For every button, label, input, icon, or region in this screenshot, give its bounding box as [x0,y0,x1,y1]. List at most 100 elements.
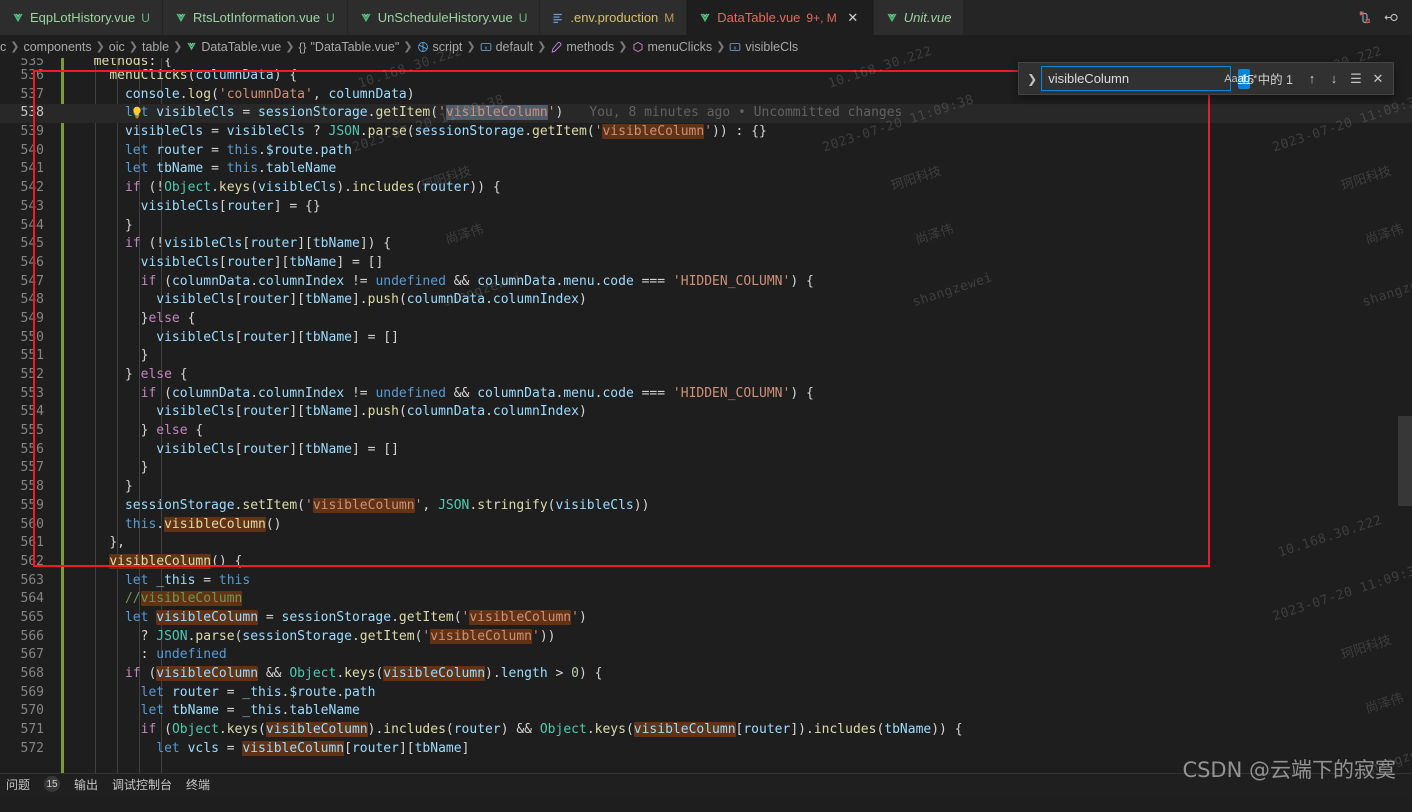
tab-unschedulehistory-vue[interactable]: UnScheduleHistory.vue U [347,0,541,35]
code-line[interactable]: 547 if (columnData.columnIndex != undefi… [0,273,1412,292]
find-input-wrapper[interactable]: Aa ab .* [1041,66,1257,91]
find-in-selection-button[interactable]: ☰ [1346,69,1366,89]
more-actions-icon[interactable] [1383,9,1400,26]
code-lines[interactable]: 535 methods: { 536 menuClicks(columnData… [0,58,1412,774]
code-line[interactable]: 549 }else { [0,310,1412,329]
code-line[interactable]: 557 } [0,459,1412,478]
code-line[interactable]: 554 visibleCls[router][tbName].push(colu… [0,403,1412,422]
breadcrumb-item-default[interactable]: x default [480,40,533,54]
status-item-count[interactable]: 15 [44,776,61,792]
breadcrumb-item-menuclicks[interactable]: menuClicks [632,40,712,54]
code-line[interactable]: 540 let router = this.$route.path [0,142,1412,161]
tab-datatable-vue[interactable]: DataTable.vue 9+, M ✕ [687,0,874,35]
status-item-problems[interactable]: 问题 [6,776,30,793]
code-line[interactable]: 555 } else { [0,422,1412,441]
close-tab-button[interactable]: ✕ [845,10,861,26]
code-line[interactable]: 551 } [0,347,1412,366]
find-widget[interactable]: ❯ Aa ab .* 15 中的 1 ↑ ↓ ☰ ✕ [1018,62,1394,95]
status-item-debug-console[interactable]: 调试控制台 [112,776,172,793]
status-label: 问题 [6,777,31,792]
code-line[interactable]: 559 sessionStorage.setItem('visibleColum… [0,497,1412,516]
tab-rtslotinformation-vue[interactable]: RtsLotInformation.vue U [162,0,348,35]
line-content: visibleCls[router][tbName].push(columnDa… [156,292,587,308]
env-file-icon [552,12,564,24]
status-label: 调试控制台 [112,777,173,792]
previous-match-button[interactable]: ↑ [1302,69,1322,89]
tab-eqplothistory-vue[interactable]: EqpLotHistory.vue U [0,0,163,35]
code-line[interactable]: 541 let tbName = this.tableName [0,160,1412,179]
code-line[interactable]: 563 let _this = this [0,572,1412,591]
line-content: } [124,217,133,233]
code-line[interactable]: 548 visibleCls[router][tbName].push(colu… [0,291,1412,310]
breadcrumb-item-table[interactable]: table [142,40,169,54]
code-line[interactable]: 553 if (columnData.columnIndex != undefi… [0,385,1412,404]
lightbulb-icon[interactable] [52,87,141,119]
tab-unit-vue[interactable]: Unit.vue [873,0,965,35]
code-line[interactable]: 543 visibleCls[router] = {} [0,198,1412,217]
breadcrumb-label: components [23,39,92,54]
editor-vertical-scrollbar[interactable] [1398,116,1412,774]
code-line[interactable]: 564 //visibleColumn [0,590,1412,609]
code-line-current[interactable]: 538 let visibleCls = sessionStorage.getI… [0,104,1412,124]
code-line[interactable]: 570 let tbName = _this.tableName [0,702,1412,721]
breadcrumb-label: methods [566,39,615,54]
line-content: visibleCls[router][tbName] = [] [156,329,399,345]
code-line[interactable]: 556 visibleCls[router][tbName] = [] [0,441,1412,460]
tab-git-badge: M [664,10,675,25]
code-line[interactable]: 567 : undefined [0,646,1412,665]
breadcrumb-item-script[interactable]: script [417,40,462,54]
match-count-label: 15 中的 1 [1240,73,1293,87]
line-content: } [124,479,133,495]
match-case-icon[interactable]: Aa [1224,69,1237,89]
line-content: if (columnData.columnIndex != undefined … [140,273,814,289]
code-line[interactable]: 561 }, [0,534,1412,553]
breadcrumb-separator: ❯ [173,41,183,53]
code-line[interactable]: 558 } [0,478,1412,497]
line-content: if (Object.keys(visibleColumn).includes(… [140,722,963,738]
code-editor[interactable]: 535 methods: { 536 menuClicks(columnData… [0,58,1412,774]
breadcrumb-label: oic [108,39,125,54]
code-line[interactable]: 565 let visibleColumn = sessionStorage.g… [0,609,1412,628]
next-match-button[interactable]: ↓ [1324,69,1344,89]
line-number: 544 [20,217,44,233]
code-line[interactable]: 550 visibleCls[router][tbName] = [] [0,329,1412,348]
code-line[interactable]: 546 visibleCls[router][tbName] = [] [0,254,1412,273]
status-item-terminal[interactable]: 终端 [186,776,210,793]
code-line[interactable]: 545 if (!visibleCls[router][tbName]) { [0,235,1412,254]
code-line[interactable]: 566 ? JSON.parse(sessionStorage.getItem(… [0,628,1412,647]
code-line[interactable]: 544 } [0,217,1412,236]
scrollbar-thumb[interactable] [1398,416,1412,506]
line-number: 540 [20,142,44,158]
vue-icon [699,12,711,23]
code-line[interactable]: 539 visibleCls = visibleCls ? JSON.parse… [0,123,1412,142]
tab-git-badge: U [141,10,150,25]
status-item-output[interactable]: 输出 [74,776,98,793]
code-line[interactable]: 542 if (!Object.keys(visibleCls).include… [0,179,1412,198]
code-line[interactable]: 562 visibleColumn() { [0,553,1412,572]
breadcrumb-item-datatable-symbol[interactable]: {} "DataTable.vue" [298,40,399,54]
code-line[interactable]: 552 } else { [0,366,1412,385]
toggle-replace-icon[interactable]: ❯ [1023,65,1041,93]
breadcrumb-item-components[interactable]: components [23,40,91,54]
breadcrumb-item-datatable-vue[interactable]: DataTable.vue [186,40,281,54]
code-line[interactable]: 569 let router = _this.$route.path [0,684,1412,703]
line-number: 564 [20,591,44,607]
breadcrumb-item-methods[interactable]: methods [550,40,614,54]
csdn-watermark: CSDN @云端下的寂寞 [1182,758,1396,782]
close-find-button[interactable]: ✕ [1368,69,1388,89]
line-number: 563 [20,572,44,588]
code-line[interactable]: 568 if (visibleColumn && Object.keys(vis… [0,665,1412,684]
code-line[interactable]: 560 this.visibleColumn() [0,516,1412,535]
tab-git-badge: U [518,10,528,25]
tab-label: UnScheduleHistory.vue [377,10,513,25]
tab-env-production[interactable]: .env.production M [540,0,688,35]
breadcrumb-item-oic[interactable]: oic [109,40,125,54]
editor-tab-bar: EqpLotHistory.vue U RtsLotInformation.vu… [0,0,1412,35]
status-label: 输出 [74,777,99,792]
code-line[interactable]: 571 if (Object.keys(visibleColumn).inclu… [0,721,1412,740]
breadcrumb-separator: ❯ [618,41,628,53]
breadcrumb-item-visiblecls[interactable]: x visibleCls [729,40,798,54]
symbol-object-icon [632,41,644,53]
split-editor-icon[interactable] [1356,9,1373,26]
search-input[interactable] [1048,67,1225,90]
